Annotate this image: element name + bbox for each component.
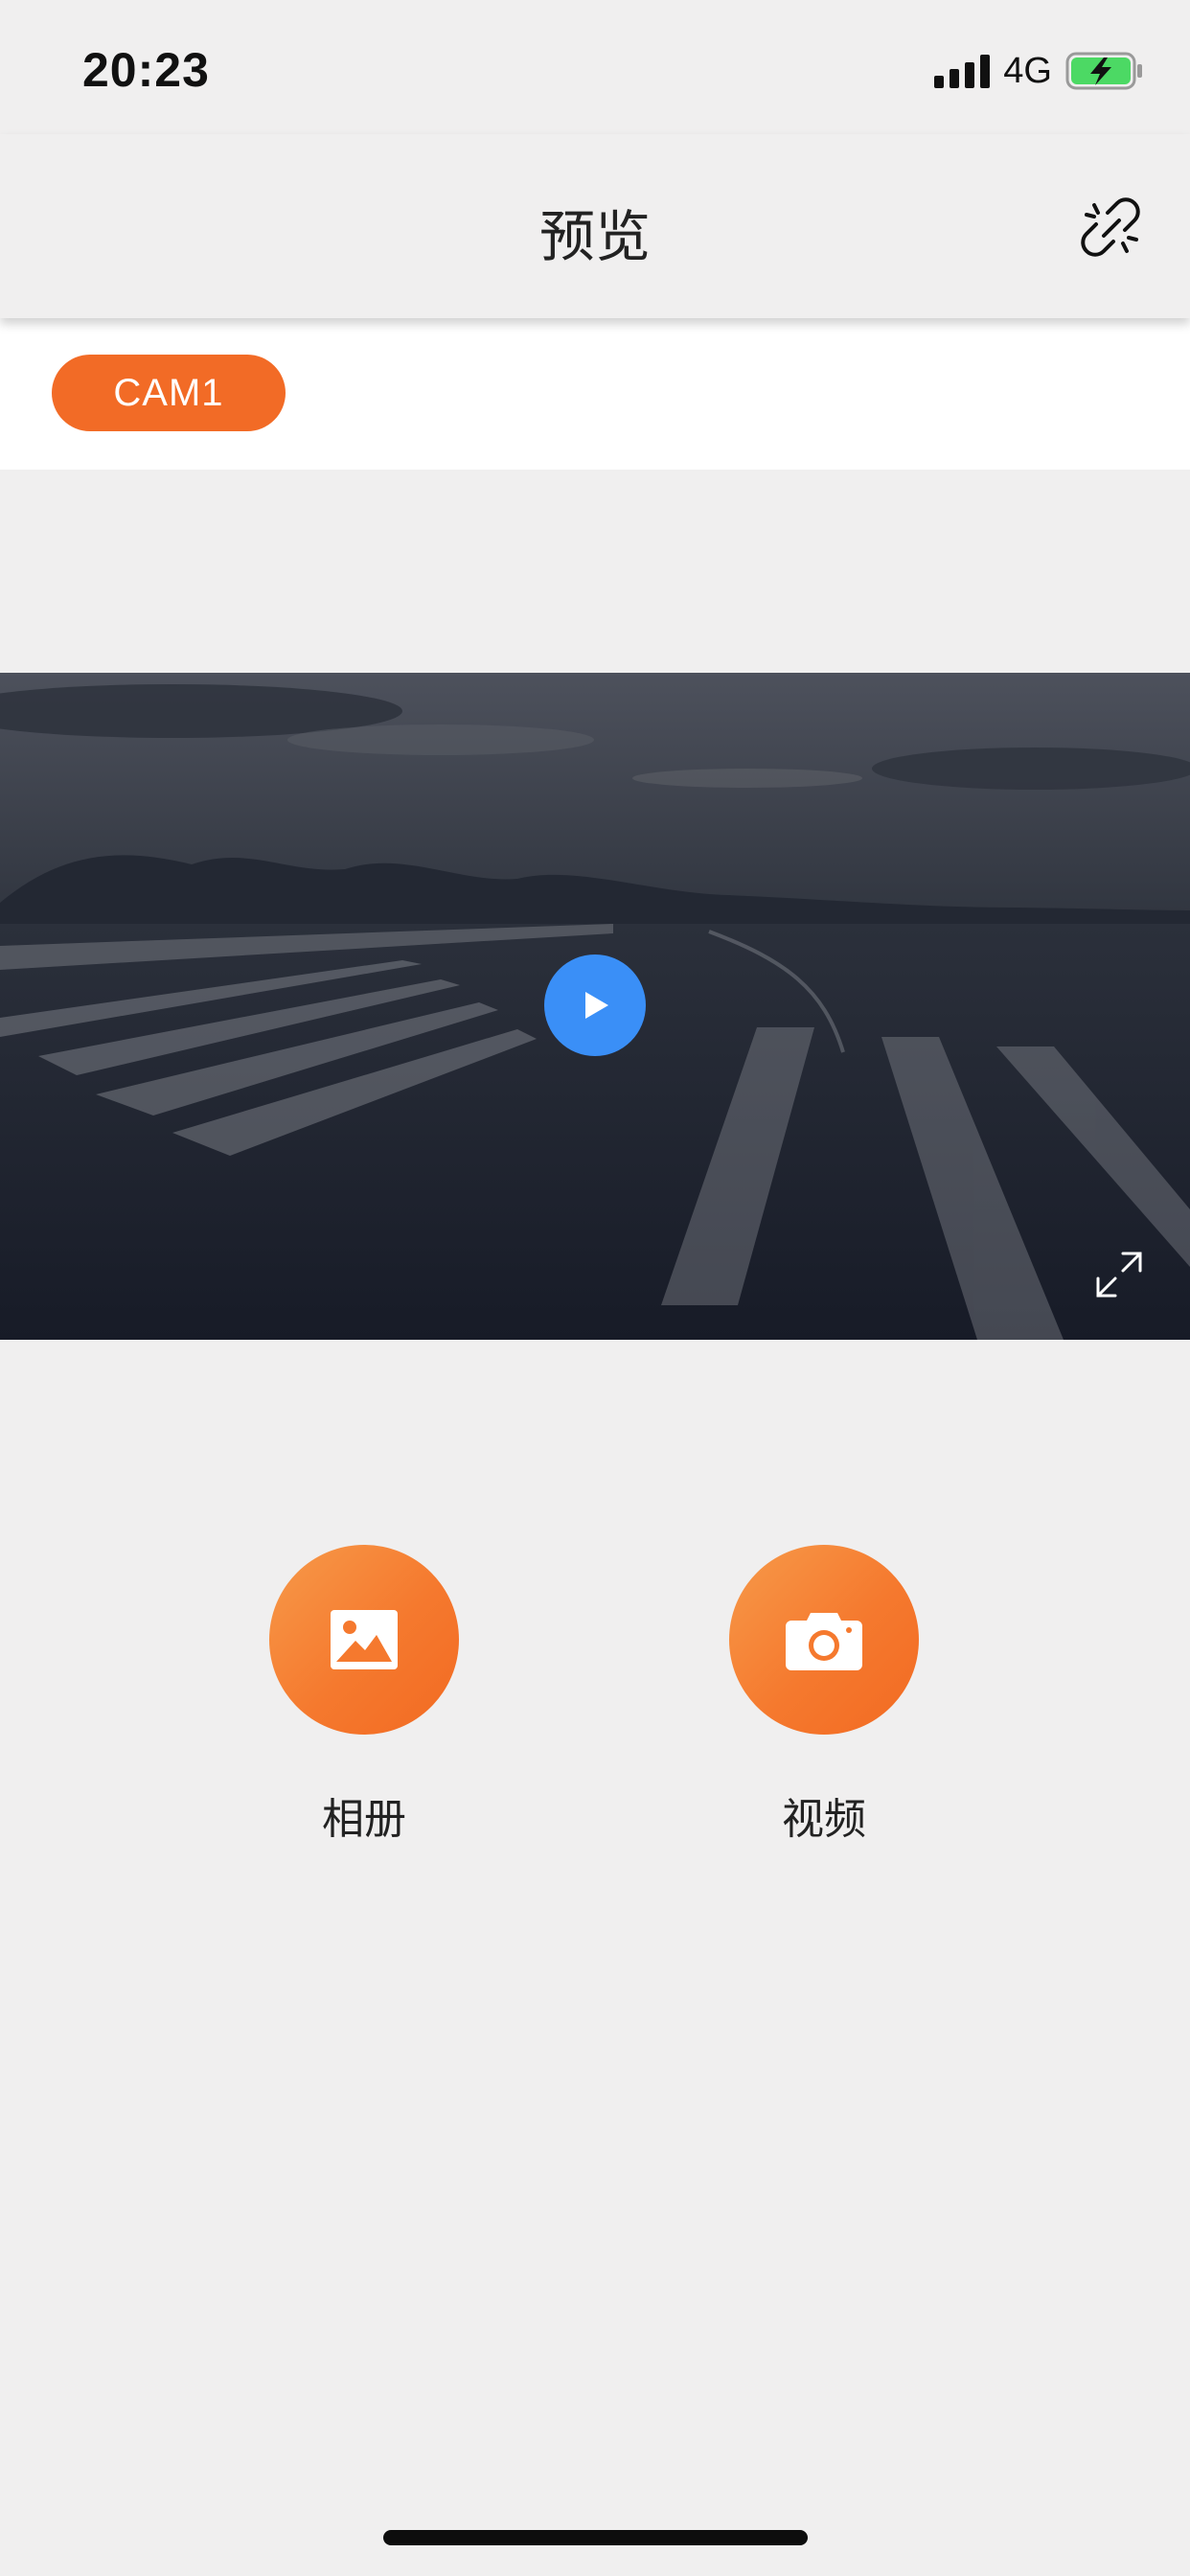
video-button[interactable]	[729, 1545, 919, 1735]
status-time: 20:23	[82, 43, 210, 97]
video-preview[interactable]	[0, 673, 1190, 1340]
play-button[interactable]	[544, 954, 646, 1056]
status-bar: 20:23 4G	[0, 0, 1190, 134]
disconnect-button[interactable]	[1075, 192, 1148, 264]
home-indicator	[383, 2530, 808, 2545]
image-icon	[331, 1610, 398, 1669]
album-action[interactable]: 相册	[240, 1545, 489, 1846]
album-button[interactable]	[269, 1545, 459, 1735]
fullscreen-button[interactable]	[1094, 1250, 1144, 1300]
navigation-bar: 预览	[0, 134, 1190, 318]
network-label: 4G	[1003, 50, 1052, 91]
page-title: 预览	[538, 204, 651, 269]
signal-icon	[934, 54, 991, 88]
album-label: 相册	[322, 1795, 406, 1844]
battery-charging-icon	[1065, 52, 1142, 90]
camera-icon	[786, 1613, 862, 1670]
camera-selector: CAM1	[0, 318, 1190, 470]
video-action[interactable]: 视频	[699, 1545, 949, 1846]
expand-icon	[1096, 1252, 1142, 1298]
camera-tab-cam1[interactable]: CAM1	[52, 355, 286, 431]
play-icon	[585, 992, 608, 1019]
broken-link-icon	[1081, 197, 1140, 257]
status-indicators: 4G	[934, 50, 1144, 92]
action-buttons: 相册 视频	[0, 1545, 1190, 1852]
video-label: 视频	[782, 1795, 866, 1844]
